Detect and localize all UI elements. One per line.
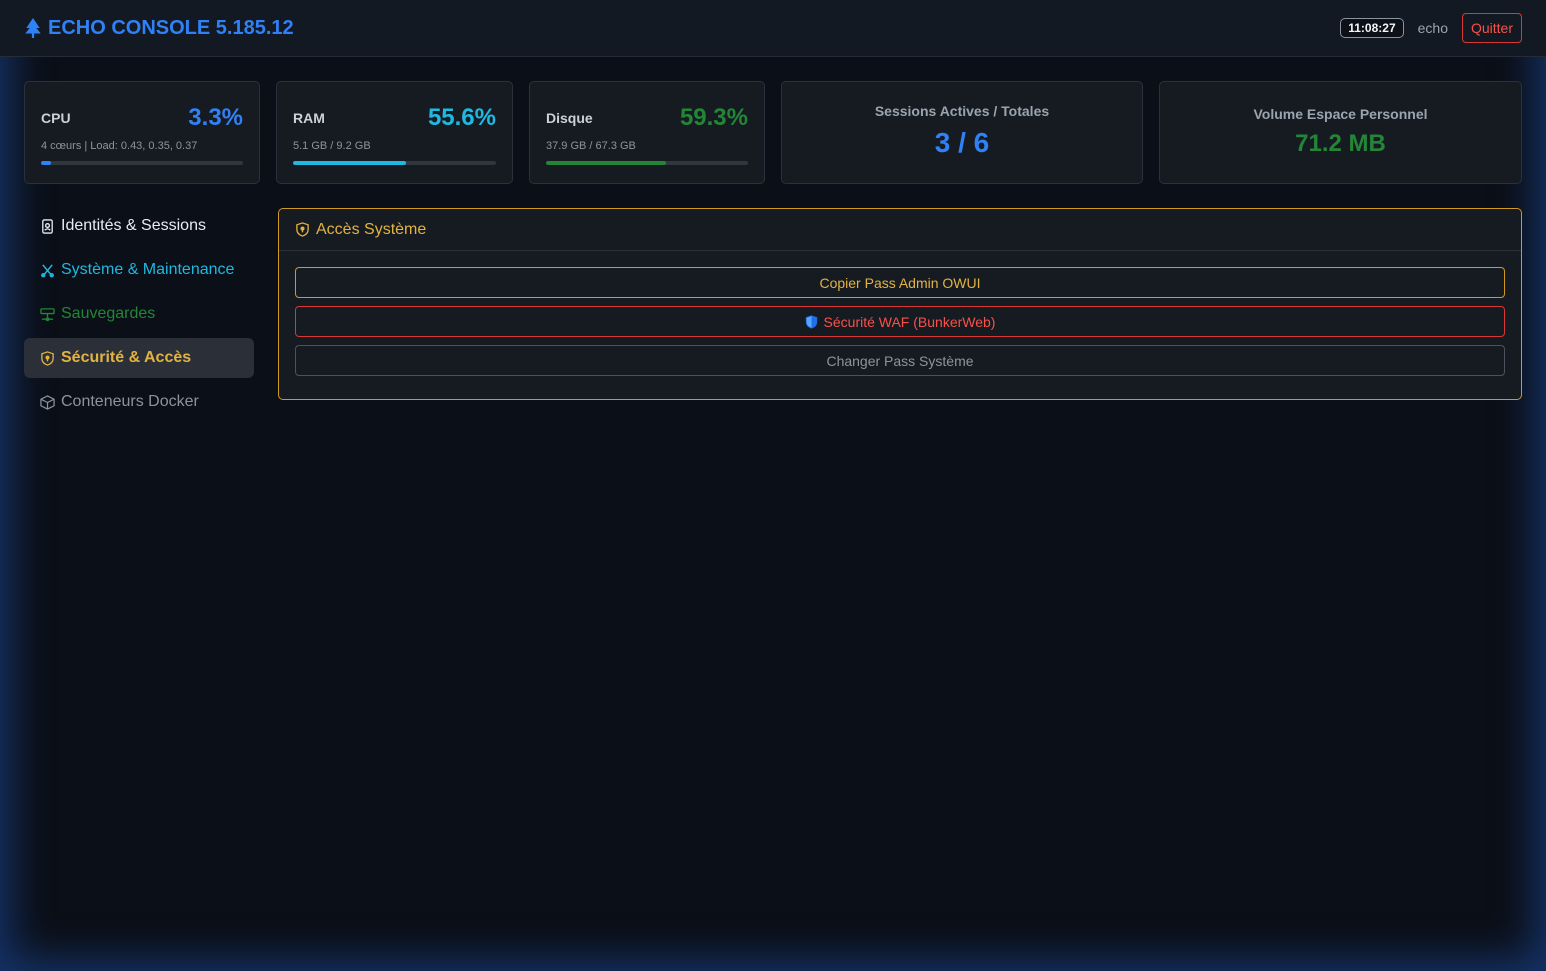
ram-detail: 5.1 GB / 9.2 GB (293, 140, 371, 152)
panel-header: Accès Système (279, 209, 1521, 251)
sessions-card: Sessions Actives / Totales 3 / 6 (781, 81, 1143, 184)
volume-value: 71.2 MB (1295, 130, 1386, 157)
copy-admin-pass-button[interactable]: Copier Pass Admin OWUI (295, 267, 1505, 298)
disk-label: Disque (546, 110, 593, 126)
disk-detail: 37.9 GB / 67.3 GB (546, 140, 636, 152)
cpu-detail: 4 cœurs | Load: 0.43, 0.35, 0.37 (41, 140, 198, 152)
username: echo (1417, 20, 1448, 36)
sidebar-item-security[interactable]: Sécurité & Accès (24, 338, 254, 378)
app-brand: ECHO CONSOLE 5.185.12 (24, 17, 294, 40)
sessions-label: Sessions Actives / Totales (874, 103, 1050, 119)
cpu-progress (41, 161, 243, 165)
quit-button[interactable]: Quitter (1461, 13, 1522, 43)
shield-lock-icon (296, 222, 309, 237)
sessions-value: 3 / 6 (934, 127, 990, 158)
tree-icon (25, 18, 41, 38)
id-badge-icon (42, 218, 53, 234)
sidebar-item-label: Sécurité & Accès (61, 349, 192, 366)
sidebar-item-identities[interactable]: Identités & Sessions (24, 206, 254, 246)
button-label: Changer Pass Système (826, 352, 974, 369)
sidebar-item-label: Identités & Sessions (61, 217, 206, 234)
clock: 11:08:27 (1340, 18, 1404, 38)
top-bar: ECHO CONSOLE 5.185.12 11:08:27 echo Quit… (0, 0, 1546, 57)
change-system-pass-button[interactable]: Changer Pass Système (295, 345, 1505, 376)
app-title: ECHO CONSOLE 5.185.12 (48, 16, 294, 39)
tools-icon (41, 263, 54, 277)
sidebar-item-backups[interactable]: Sauvegardes (24, 294, 254, 334)
security-panel: Accès Système Copier Pass Admin OWUI Séc… (278, 208, 1522, 400)
stats-row: CPU 3.3% 4 cœurs | Load: 0.43, 0.35, 0.3… (24, 81, 1522, 184)
ram-value: 55.6% (427, 104, 496, 131)
sidebar: Identités & Sessions Système & Maintenan… (24, 206, 254, 426)
cpu-value: 3.3% (188, 104, 243, 131)
sidebar-item-label: Système & Maintenance (61, 261, 235, 278)
sidebar-item-label: Sauvegardes (61, 305, 156, 322)
disk-progress-fill (546, 161, 666, 165)
cpu-card: CPU 3.3% 4 cœurs | Load: 0.43, 0.35, 0.3… (24, 81, 260, 184)
sidebar-item-docker[interactable]: Conteneurs Docker (24, 382, 254, 422)
cpu-progress-fill (41, 161, 51, 165)
hdd-network-icon (40, 307, 55, 321)
shield-icon (805, 314, 817, 329)
sidebar-item-system[interactable]: Système & Maintenance (24, 250, 254, 290)
disk-progress (546, 161, 748, 165)
volume-label: Volume Espace Personnel (1253, 106, 1428, 122)
ram-label: RAM (293, 110, 325, 126)
box-icon (40, 394, 55, 410)
ram-progress-fill (293, 161, 406, 165)
ram-progress (293, 161, 496, 165)
ram-card: RAM 55.6% 5.1 GB / 9.2 GB (276, 81, 513, 184)
volume-card: Volume Espace Personnel 71.2 MB (1159, 81, 1522, 184)
cpu-label: CPU (41, 110, 71, 126)
button-label: Copier Pass Admin OWUI (819, 274, 981, 291)
disk-value: 59.3% (679, 104, 748, 131)
button-label: Sécurité WAF (BunkerWeb) (823, 313, 996, 330)
disk-card: Disque 59.3% 37.9 GB / 67.3 GB (529, 81, 765, 184)
sidebar-item-label: Conteneurs Docker (61, 393, 199, 410)
waf-security-button[interactable]: Sécurité WAF (BunkerWeb) (295, 306, 1505, 337)
panel-title: Accès Système (316, 220, 427, 238)
shield-lock-icon (41, 350, 54, 366)
